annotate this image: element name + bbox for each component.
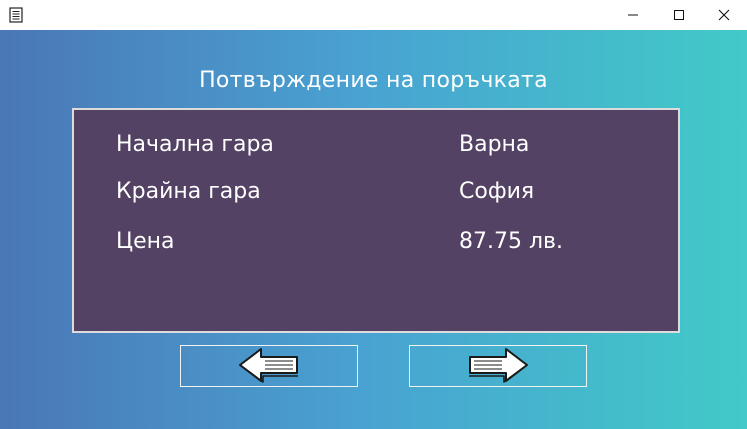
order-summary-panel: Начална гара Варна Крайна гара София Цен… [72, 108, 680, 333]
minimize-icon [628, 14, 638, 16]
minimize-button[interactable] [610, 0, 656, 30]
page-title: Потвърждение на поръчката [199, 68, 548, 93]
right-arrow-icon [469, 348, 528, 383]
start-station-value: Варна [459, 132, 530, 157]
maximize-button[interactable] [656, 0, 702, 30]
left-arrow-icon [239, 348, 298, 383]
back-button[interactable] [180, 345, 358, 387]
end-station-value: София [459, 179, 535, 204]
main-content: Потвърждение на поръчката Начална гара В… [0, 30, 747, 429]
document-icon [9, 7, 23, 23]
close-icon [718, 9, 730, 21]
price-value: 87.75 лв. [459, 229, 563, 254]
forward-button[interactable] [409, 345, 587, 387]
start-station-label: Начална гара [116, 132, 274, 157]
title-bar [0, 0, 747, 30]
close-button[interactable] [701, 0, 747, 30]
end-station-label: Крайна гара [116, 179, 261, 204]
price-label: Цена [116, 229, 175, 254]
maximize-icon [674, 10, 684, 20]
